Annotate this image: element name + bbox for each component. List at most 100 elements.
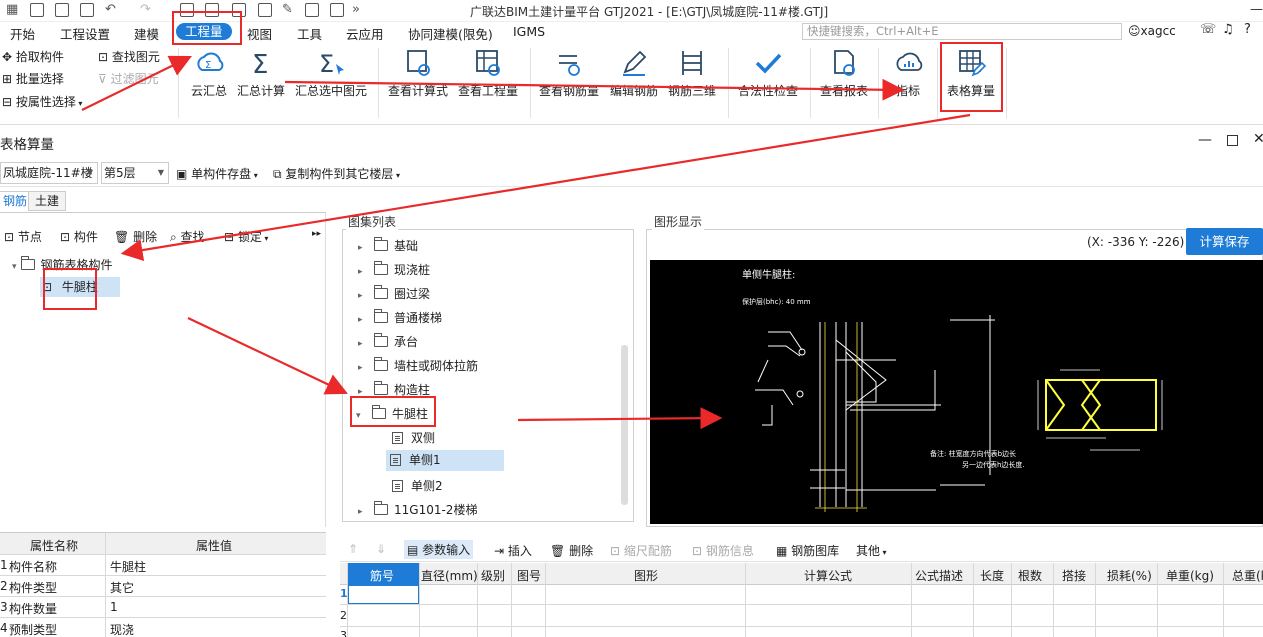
move-up-icon[interactable]: ⇑ [348,542,358,556]
minimize-icon[interactable]: — [1250,2,1263,17]
active-cell[interactable] [348,585,419,604]
chat-icon[interactable]: ☏ [1200,22,1216,37]
pick-icon: ✥ [2,50,16,64]
menu-modeling[interactable]: 建模 [134,24,159,43]
view-formula-button[interactable]: 查看计算式 [387,48,449,99]
summary-selected-button[interactable]: Σ 汇总选中图元 [293,48,369,99]
open-folder-icon[interactable] [55,3,69,17]
pen-icon[interactable]: ✎ [282,1,293,19]
user-name: xagcc [1140,24,1176,38]
atlas-node[interactable]: ▸ 基础 [358,237,418,254]
building-select[interactable]: 凤城庭院-11#楼 ▼ [0,162,98,184]
drawing-canvas[interactable]: 单侧牛腿柱: 保护层(bhc): 40 mm 备注: 柱宽度方向代表b边长 另一… [650,260,1263,524]
insert-icon: ⇥ [494,544,508,558]
node-button[interactable]: ⊡ 节点 [4,228,42,245]
minimize-dialog-icon[interactable]: — [1198,132,1212,148]
panel-expand-icon[interactable]: ▸▸ [312,229,321,239]
select-by-attr-button[interactable]: ⊟ 按属性选择 ▾ [2,93,82,110]
rebar-3d-icon [682,51,702,75]
delete-row-button[interactable]: 🗑 删除 [550,542,593,559]
cloud-summary-button[interactable]: Σ 云汇总 [187,48,231,99]
rebar-library-button[interactable]: ▦ 钢筋图库 [776,542,839,559]
atlas-node[interactable]: ▸ 普通楼梯 [358,309,442,326]
move-down-icon[interactable]: ⇓ [376,542,386,556]
other-button[interactable]: 其他 ▾ [856,542,887,559]
tab-civil[interactable]: 土建 [28,191,67,211]
component-button[interactable]: ⊡ 构件 [60,228,98,245]
prop-value[interactable]: 1 [110,600,118,614]
undo-icon[interactable]: ↶ [105,1,116,19]
atlas-leaf-single-2[interactable]: 单侧2 [388,477,443,494]
atlas-leaf-double[interactable]: 双侧 [388,429,435,446]
batch-icon: ⊞ [2,72,16,86]
folder-icon [374,501,388,515]
atlas-scrollbar[interactable] [621,345,628,505]
cloud-chart-icon [896,52,923,71]
folder-icon [374,333,388,347]
menu-start[interactable]: 开始 [10,24,35,43]
scale-rebar-button[interactable]: ⊡ 缩尺配筋 [610,542,672,559]
prop-value[interactable]: 牛腿柱 [110,558,146,575]
headset-icon[interactable]: ♫ [1222,22,1234,37]
batch-select-button[interactable]: ⊞ 批量选择 [2,70,64,87]
find-element-button[interactable]: ⊡ 查找图元 [98,48,160,65]
rebar-3d-button[interactable]: 钢筋三维 [667,48,717,99]
rebar-info-button[interactable]: ⊡ 钢筋信息 [692,542,754,559]
prop-value[interactable]: 现浇 [110,621,134,637]
atlas-node[interactable]: ▸ 圈过梁 [358,285,430,302]
floor-select[interactable]: 第5层 ▼ [101,162,169,184]
find-button[interactable]: ⌕ 查找 [170,228,205,245]
atlas-node[interactable]: ▸ 承台 [358,333,418,350]
save-icon[interactable] [80,3,94,17]
view-rebar-button[interactable]: 查看钢筋量 [538,48,600,99]
copy-to-floor-button[interactable]: ⧉ 复制构件到其它楼层 ▾ [273,165,400,182]
save-single-button[interactable]: ▣ 单构件存盘 ▾ [176,165,258,182]
more-icon[interactable]: » [352,1,360,19]
pick-component-button[interactable]: ✥ 拾取构件 [2,48,64,65]
menu-cloud[interactable]: 云应用 [346,24,384,43]
redo-icon[interactable]: ↷ [140,1,151,19]
folder-icon [374,285,388,299]
row-number: 2 [340,609,347,622]
menu-view[interactable]: 视图 [247,24,272,43]
edit-rebar-button[interactable]: 编辑钢筋 [609,48,659,99]
prop-header-name: 属性名称 [30,539,79,553]
toolbar-icon-6[interactable] [330,3,344,17]
menu-tools[interactable]: 工具 [297,24,322,43]
shortcut-search-input[interactable]: 快捷键搜索，Ctrl+Alt+E [802,23,1122,40]
new-file-icon[interactable] [30,3,44,17]
view-report-button[interactable]: 查看报表 [818,48,870,99]
atlas-leaf-single-1[interactable]: 单侧1 [386,450,504,471]
check-icon [755,53,782,74]
help-icon[interactable]: ? [1244,22,1251,37]
app-title: 广联达BIM土建计量平台 GTJ2021 - [E:\GTJ\凤城庭院-11#楼… [470,5,829,19]
atlas-node[interactable]: ▸ 现浇桩 [358,261,430,278]
atlas-node[interactable]: ▸ 墙柱或砌体拉筋 [358,357,478,374]
summary-calc-button[interactable]: Σ 汇总计算 [236,48,286,99]
view-quantity-button[interactable]: 查看工程量 [457,48,519,99]
folder-icon [20,256,35,270]
prop-row-index: 2 [0,579,8,593]
atlas-node[interactable]: ▸ 11G101-2楼梯 [358,501,477,518]
search-icon: ⌕ [170,230,181,244]
toolbar-icon-5[interactable] [305,3,319,17]
menu-project-settings[interactable]: 工程设置 [60,24,110,43]
menu-igms[interactable]: IGMS [513,24,545,39]
prop-value[interactable]: 其它 [110,579,134,596]
filter-element-button[interactable]: ⊽ 过滤图元 [98,70,159,87]
calc-save-button[interactable]: 计算保存 [1186,228,1263,255]
user-avatar[interactable]: ☺xagcc [1128,24,1176,38]
delete-button[interactable]: 🗑 删除 [114,228,157,245]
maximize-dialog-icon[interactable] [1227,135,1238,146]
col-diameter: 直径(mm) [421,569,478,583]
menu-collab[interactable]: 协同建模(限免) [408,24,493,43]
indicator-button[interactable]: 指标 [886,48,930,99]
legality-check-button[interactable]: 合法性检查 [737,48,799,99]
report-icon [834,50,855,76]
close-dialog-icon[interactable]: ✕ [1253,131,1263,147]
param-input-button[interactable]: ▤ 参数输入 [404,540,474,559]
toolbar-icon-4[interactable] [258,3,272,17]
svg-text:Σ: Σ [319,50,334,78]
lock-button[interactable]: ⊟ 锁定 ▾ [224,228,268,245]
insert-button[interactable]: ⇥ 插入 [494,542,532,559]
